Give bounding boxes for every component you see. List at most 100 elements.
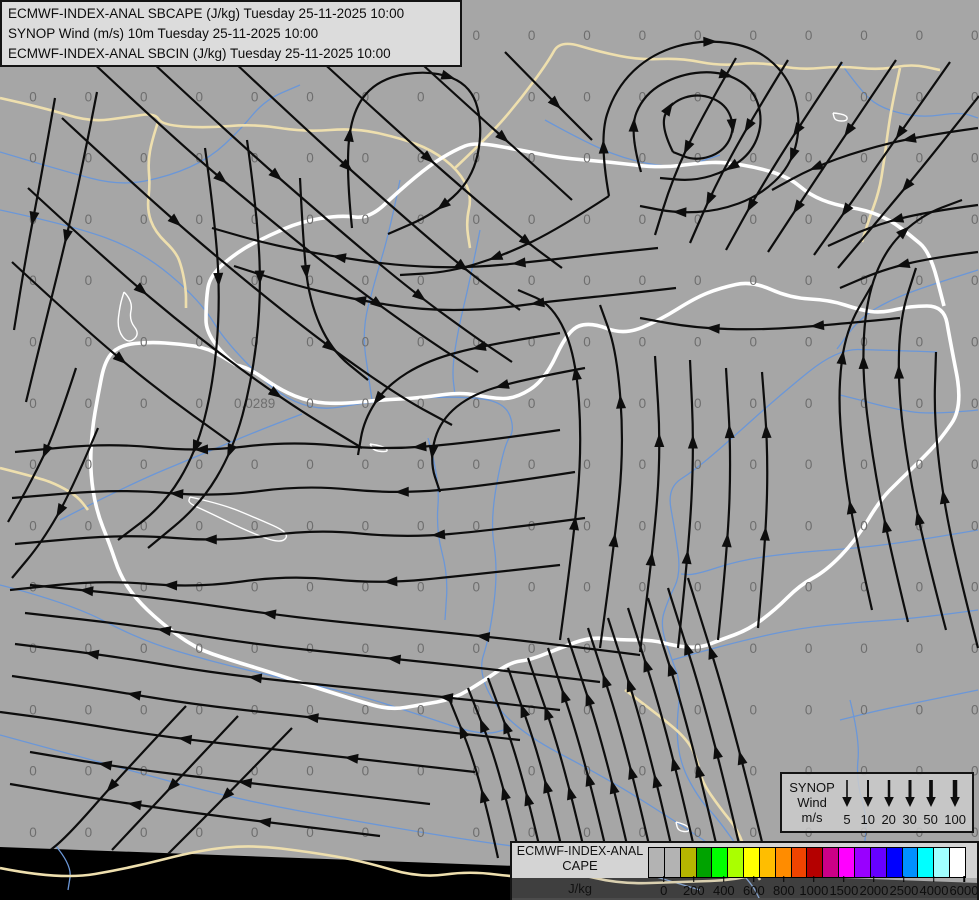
value-label: 0 — [417, 580, 425, 595]
value-label: 0 — [306, 396, 314, 411]
cape-tick-label: 0 — [660, 883, 668, 898]
value-label: 0 — [85, 335, 93, 350]
cape-tick-mark — [843, 876, 845, 882]
value-label: 0 — [971, 335, 979, 350]
value-label: 0 — [916, 580, 924, 595]
cape-color-cell — [775, 848, 792, 877]
value-label: 0 — [85, 764, 93, 779]
value-label: 0 — [528, 212, 536, 227]
value-label: 0 — [140, 641, 148, 656]
cape-color-cell — [823, 848, 840, 877]
value-label: 0 — [916, 702, 924, 717]
wind-legend-scale: 5 10 20 30 50 100 — [838, 776, 968, 829]
cape-tick-mark — [813, 876, 815, 882]
cape-color-cell — [807, 848, 824, 877]
wind-speed-column: 5 — [840, 776, 854, 829]
cape-color-cell — [886, 848, 903, 877]
value-label: 0 — [472, 641, 480, 656]
value-label: 0 — [195, 825, 203, 840]
title-line-wind: SYNOP Wind (m/s) 10m Tuesday 25-11-2025 … — [8, 26, 319, 41]
cape-color-cell — [854, 848, 871, 877]
value-label: 0 — [916, 151, 924, 166]
value-label: 0 — [583, 151, 591, 166]
value-label: 0 — [694, 825, 702, 840]
wind-speed-label: 20 — [881, 812, 896, 827]
value-label: 0 — [528, 273, 536, 288]
value-label: 0 — [971, 580, 979, 595]
value-label: 0 — [694, 273, 702, 288]
value-label: 0 — [639, 28, 647, 43]
cape-legend-title: ECMWF-INDEX-ANAL CAPE — [514, 844, 646, 873]
wind-speed-column: 10 — [860, 776, 875, 829]
value-label: 0 — [306, 212, 314, 227]
value-label: 0 — [306, 457, 314, 472]
value-label: 0 — [417, 518, 425, 533]
value-label: 0 — [639, 580, 647, 595]
value-label: 0 — [472, 212, 480, 227]
down-arrow-icon — [862, 780, 873, 807]
value-label: 0 — [916, 457, 924, 472]
value-label: 0 — [860, 702, 868, 717]
value-label: 0 — [85, 825, 93, 840]
value-label: 0 — [251, 825, 259, 840]
value-label: 0 — [583, 335, 591, 350]
down-arrow-icon — [883, 780, 894, 807]
value-label: 0 — [306, 764, 314, 779]
cape-color-cell — [696, 848, 713, 877]
value-label: 0 — [528, 28, 536, 43]
wind-speed-column: 100 — [944, 776, 966, 829]
value-label: 0 — [29, 764, 37, 779]
value-label: 0 — [583, 457, 591, 472]
value-label: 0 — [195, 457, 203, 472]
cape-tick-label: 1500 — [829, 883, 859, 898]
cape-color-cell — [664, 848, 681, 877]
value-label: 0 — [528, 764, 536, 779]
value-label: 0 — [749, 212, 757, 227]
value-label: 0 — [29, 151, 37, 166]
value-label: 0 — [805, 457, 813, 472]
value-label: 0 — [140, 151, 148, 166]
cape-legend-param-label: CAPE — [562, 858, 598, 873]
value-label: 0 — [583, 518, 591, 533]
value-label: 0 — [29, 518, 37, 533]
wind-speed-column: 30 — [902, 776, 917, 829]
value-label: 0 — [195, 580, 203, 595]
value-label: 0 — [195, 396, 203, 411]
value-label: 0 — [528, 89, 536, 104]
value-label: 0 — [916, 28, 924, 43]
value-label: 0 — [749, 580, 757, 595]
cape-color-cell — [950, 848, 965, 877]
cape-color-scale — [648, 847, 966, 878]
value-label: 0 — [916, 641, 924, 656]
value-label: 0 — [805, 580, 813, 595]
wind-legend-title: SYNOP Wind m/s — [786, 776, 838, 829]
special-value-label: 0.0289 — [234, 396, 275, 411]
value-label: 0 — [251, 580, 259, 595]
wind-legend-title-line: m/s — [801, 810, 823, 825]
cape-tick-mark — [903, 876, 905, 882]
value-label: 0 — [805, 335, 813, 350]
value-label: 0 — [805, 212, 813, 227]
down-arrow-icon — [842, 780, 852, 807]
value-label: 0 — [29, 641, 37, 656]
value-label: 0 — [583, 580, 591, 595]
title-line-sbcin: ECMWF-INDEX-ANAL SBCIN (J/kg) Tuesday 25… — [8, 46, 391, 61]
value-label: 0 — [749, 335, 757, 350]
value-label: 0 — [916, 396, 924, 411]
value-label: 0 — [583, 825, 591, 840]
value-label: 0 — [749, 151, 757, 166]
value-label: 0 — [971, 273, 979, 288]
value-label: 0 — [971, 396, 979, 411]
value-label: 0 — [805, 89, 813, 104]
value-label: 0 — [29, 89, 37, 104]
value-label: 0 — [140, 702, 148, 717]
value-label: 0 — [306, 151, 314, 166]
value-label: 0 — [749, 825, 757, 840]
cape-color-cell — [934, 848, 951, 877]
value-label: 0 — [85, 89, 93, 104]
value-label: 0 — [971, 28, 979, 43]
value-label: 0 — [195, 273, 203, 288]
cape-tick-label: 1000 — [799, 883, 829, 898]
wind-speed-label: 30 — [902, 812, 917, 827]
value-label: 0 — [694, 518, 702, 533]
